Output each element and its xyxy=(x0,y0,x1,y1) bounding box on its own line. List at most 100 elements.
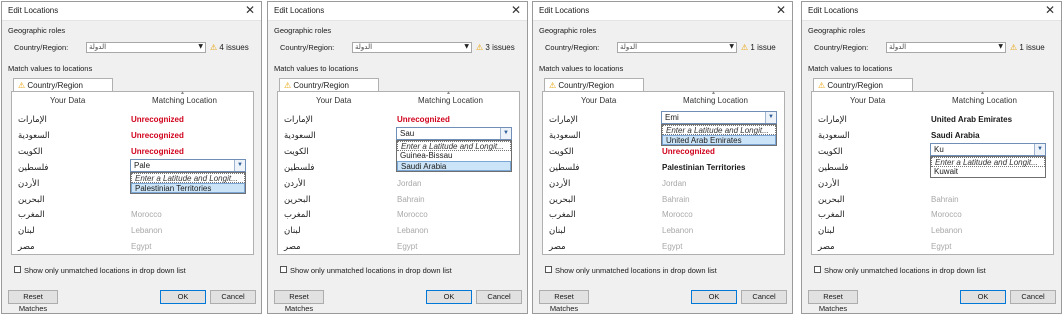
ok-button[interactable]: OK xyxy=(960,290,1006,304)
lat-long-option[interactable]: Enter a Latitude and Longit... xyxy=(397,140,511,151)
edit-locations-dialog: Edit Locations ✕ Geographic roles Country/R… xyxy=(801,1,1062,314)
ok-button[interactable]: OK xyxy=(160,290,206,304)
dropdown-option[interactable]: Palestinian Territories xyxy=(131,182,245,193)
your-data-cell: المغرب xyxy=(284,210,311,221)
your-data-cell: البحرين xyxy=(284,194,311,205)
matching-location-cell[interactable]: Lebanon xyxy=(397,226,428,235)
matching-location-cell[interactable]: Morocco xyxy=(131,210,162,219)
close-icon[interactable]: ✕ xyxy=(245,3,255,17)
unmatched-only-checkbox[interactable] xyxy=(545,266,552,273)
your-data-cell: البحرين xyxy=(818,194,845,205)
chevron-down-icon[interactable]: ▼ xyxy=(500,127,511,139)
unmatched-only-label: Show only unmatched locations in drop do… xyxy=(24,266,186,275)
matching-location-input-value: Sau xyxy=(400,128,415,138)
matching-location-cell[interactable]: Bahrain xyxy=(931,195,959,204)
issues-indicator[interactable]: ⚠ 1 issue xyxy=(741,43,776,52)
column-header-matching-location[interactable]: Matching Location xyxy=(418,96,483,105)
your-data-cell: الإمارات xyxy=(18,115,47,125)
matching-location-cell[interactable]: Egypt xyxy=(931,242,951,251)
matching-location-cell[interactable]: Unrecognized xyxy=(131,147,184,156)
cancel-button[interactable]: Cancel xyxy=(1010,290,1056,304)
matching-location-cell[interactable]: Bahrain xyxy=(662,195,690,204)
column-header-matching-location[interactable]: Matching Location xyxy=(152,96,217,105)
matching-location-cell[interactable]: Unrecognized xyxy=(131,115,184,124)
matching-location-input[interactable]: Pale ▼ xyxy=(130,158,246,172)
issues-indicator[interactable]: ⚠ 4 issues xyxy=(210,43,249,52)
matching-location-input[interactable]: Ku ▼ xyxy=(930,142,1046,156)
dropdown-option[interactable]: United Arab Emirates xyxy=(662,135,776,145)
dialog-title: Edit Locations xyxy=(808,6,859,15)
lat-long-option[interactable]: Enter a Latitude and Longit... xyxy=(931,156,1045,167)
role-field-select[interactable]: الدولة ▼ xyxy=(886,42,1006,53)
matching-location-cell[interactable]: Palestinian Territories xyxy=(662,163,745,172)
matching-location-cell[interactable]: Lebanon xyxy=(662,226,693,235)
matching-location-cell[interactable]: Egypt xyxy=(662,242,682,251)
matching-location-cell[interactable]: Morocco xyxy=(931,210,962,219)
matching-location-cell[interactable]: United Arab Emirates xyxy=(931,115,1012,124)
matching-location-cell[interactable]: Lebanon xyxy=(931,226,962,235)
lat-long-option[interactable]: Enter a Latitude and Longit... xyxy=(131,172,245,183)
cancel-button[interactable]: Cancel xyxy=(210,290,256,304)
role-field-select[interactable]: الدولة ▼ xyxy=(352,42,472,53)
column-header-your-data[interactable]: Your Data xyxy=(850,96,885,105)
tab-country-region[interactable]: ⚠ Country/Region xyxy=(13,78,113,92)
reset-matches-button[interactable]: Reset Matches xyxy=(539,290,589,313)
matching-location-cell[interactable]: Unrecognized xyxy=(397,115,450,124)
role-field-select[interactable]: الدولة ▼ xyxy=(86,42,206,53)
ok-button[interactable]: OK xyxy=(426,290,472,304)
your-data-cell: مصر xyxy=(818,242,835,253)
column-header-matching-location[interactable]: Matching Location xyxy=(683,96,748,105)
matching-location-cell[interactable]: Jordan xyxy=(397,179,421,188)
unmatched-only-label: Show only unmatched locations in drop do… xyxy=(555,266,717,275)
matching-location-cell[interactable]: Morocco xyxy=(662,210,693,219)
country-region-label: Country/Region: xyxy=(14,43,69,52)
unmatched-only-checkbox[interactable] xyxy=(14,266,21,273)
close-icon[interactable]: ✕ xyxy=(511,3,521,17)
reset-matches-button[interactable]: Reset Matches xyxy=(808,290,858,313)
chevron-down-icon[interactable]: ▼ xyxy=(765,112,776,123)
tab-country-region[interactable]: ⚠ Country/Region xyxy=(544,78,644,92)
matching-location-cell[interactable]: Unrecognized xyxy=(131,131,184,140)
matching-location-cell[interactable]: Unrecognized xyxy=(662,147,715,156)
unmatched-only-checkbox[interactable] xyxy=(280,266,287,273)
cancel-button[interactable]: Cancel xyxy=(741,290,787,304)
issues-indicator[interactable]: ⚠ 1 issue xyxy=(1010,43,1045,52)
your-data-cell: لبنان xyxy=(549,226,566,237)
matching-location-cell[interactable]: Saudi Arabia xyxy=(931,131,980,140)
dropdown-option[interactable]: Saudi Arabia xyxy=(397,160,511,171)
close-icon[interactable]: ✕ xyxy=(776,3,786,17)
close-icon[interactable]: ✕ xyxy=(1045,3,1055,17)
role-field-select[interactable]: الدولة ▼ xyxy=(617,42,737,53)
tab-country-region[interactable]: ⚠ Country/Region xyxy=(279,78,379,92)
unmatched-only-checkbox[interactable] xyxy=(814,266,821,273)
column-header-matching-location[interactable]: Matching Location xyxy=(952,96,1017,105)
your-data-cell: السعودية xyxy=(18,130,50,141)
issues-count: 1 issue xyxy=(1019,43,1045,52)
dropdown-option[interactable]: Guinea-Bissau xyxy=(397,151,511,161)
chevron-down-icon[interactable]: ▼ xyxy=(234,159,245,171)
matching-location-cell[interactable]: Jordan xyxy=(662,179,686,188)
cancel-button[interactable]: Cancel xyxy=(476,290,522,304)
matching-location-cell[interactable]: Egypt xyxy=(131,242,151,251)
matching-location-cell[interactable]: Morocco xyxy=(397,210,428,219)
unmatched-only-label: Show only unmatched locations in drop do… xyxy=(290,266,452,275)
dropdown-option[interactable]: Kuwait xyxy=(931,167,1045,177)
tab-country-region[interactable]: ⚠ Country/Region xyxy=(813,78,913,92)
column-header-your-data[interactable]: Your Data xyxy=(50,96,85,105)
lat-long-option[interactable]: Enter a Latitude and Longit... xyxy=(662,125,776,135)
column-header-your-data[interactable]: Your Data xyxy=(581,96,616,105)
matching-location-cell[interactable]: Lebanon xyxy=(131,226,162,235)
ok-button[interactable]: OK xyxy=(691,290,737,304)
reset-matches-button[interactable]: Reset Matches xyxy=(8,290,58,313)
country-region-label: Country/Region: xyxy=(280,43,335,52)
chevron-down-icon[interactable]: ▼ xyxy=(1034,143,1045,155)
matching-location-cell[interactable]: Egypt xyxy=(397,242,417,251)
chevron-down-icon: ▼ xyxy=(998,43,1003,50)
matching-location-input[interactable]: Emi ▼ xyxy=(661,111,777,124)
role-field-value: الدولة xyxy=(89,43,107,51)
column-header-your-data[interactable]: Your Data xyxy=(316,96,351,105)
reset-matches-button[interactable]: Reset Matches xyxy=(274,290,324,313)
issues-indicator[interactable]: ⚠ 3 issues xyxy=(476,43,515,52)
matching-location-cell[interactable]: Bahrain xyxy=(397,195,425,204)
matching-location-input[interactable]: Sau ▼ xyxy=(396,126,512,140)
